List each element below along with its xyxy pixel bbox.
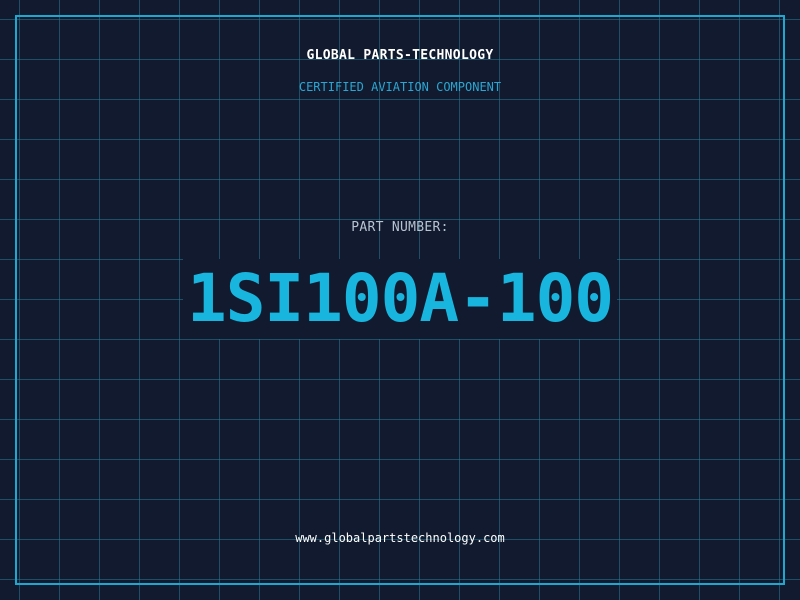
part-number-container: 1SI100A-100: [0, 259, 800, 339]
part-number-value: 1SI100A-100: [182, 259, 618, 339]
company-name: GLOBAL PARTS-TECHNOLOGY: [306, 48, 494, 63]
website-url: www.globalpartstechnology.com: [295, 531, 505, 545]
part-number-label: PART NUMBER:: [351, 220, 449, 235]
certification-subtitle: CERTIFIED AVIATION COMPONENT: [298, 80, 502, 94]
